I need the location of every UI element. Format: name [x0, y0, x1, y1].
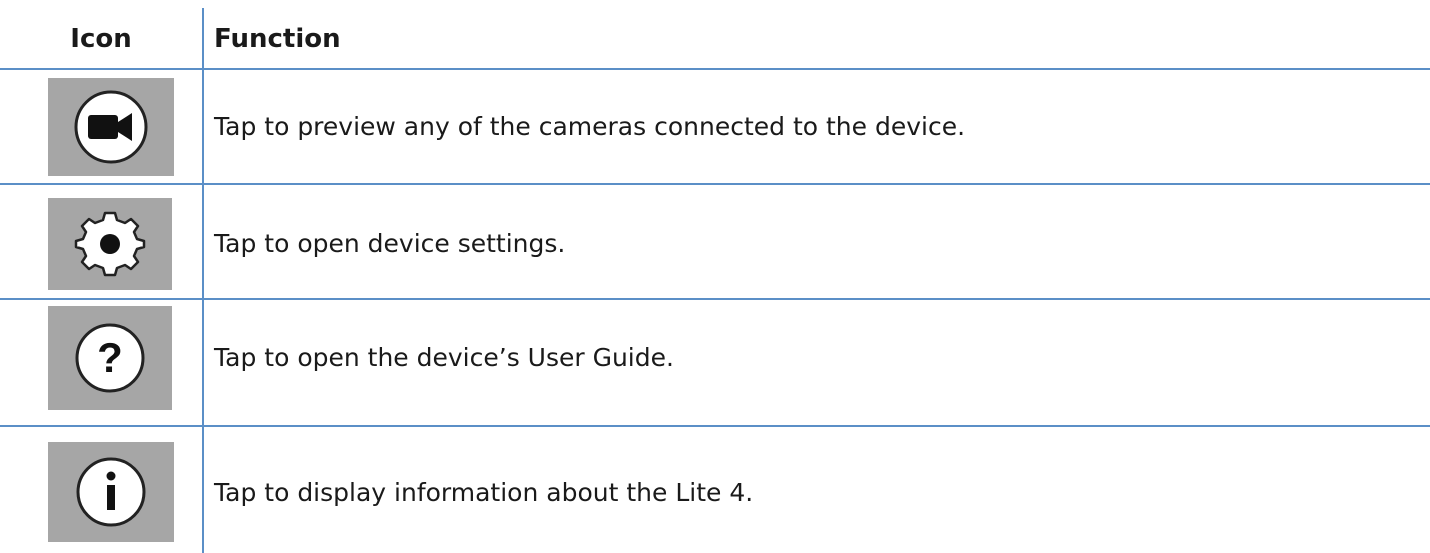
- header-icon-column: Icon: [70, 24, 132, 54]
- row-divider: [0, 298, 1430, 300]
- row-description: Tap to open the device’s User Guide.: [214, 343, 674, 372]
- info-icon: [48, 442, 174, 542]
- question-mark-icon: ?: [48, 306, 172, 410]
- video-camera-icon: [48, 78, 174, 176]
- row-description: Tap to preview any of the cameras connec…: [214, 112, 966, 141]
- row-description: Tap to display information about the Lit…: [214, 478, 754, 507]
- row-divider: [0, 68, 1430, 70]
- icon-function-table: Icon Function Tap to preview any of the …: [0, 0, 1430, 553]
- row-divider: [0, 425, 1430, 427]
- header-function-column: Function: [214, 24, 341, 54]
- gear-icon: [48, 198, 172, 290]
- svg-text:?: ?: [97, 334, 123, 381]
- column-divider: [202, 8, 204, 553]
- row-divider: [0, 183, 1430, 185]
- row-description: Tap to open device settings.: [214, 229, 566, 258]
